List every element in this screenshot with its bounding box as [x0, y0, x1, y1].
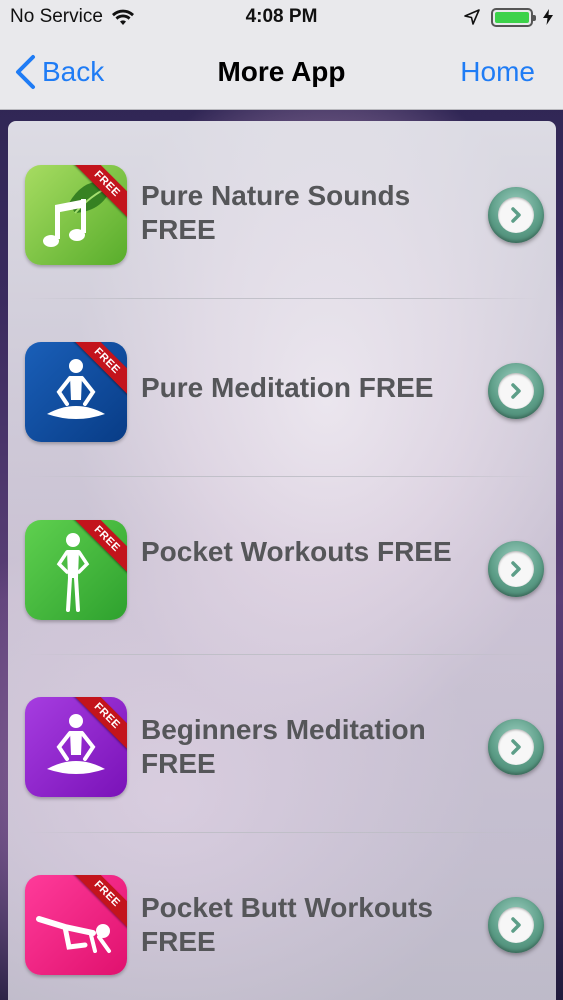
chevron-right-icon [498, 907, 534, 943]
app-name: Beginners Meditation FREE [141, 714, 426, 779]
carrier-label: No Service [10, 6, 103, 27]
wifi-icon [111, 9, 134, 25]
app-row[interactable]: FREE Pure Meditation FREE [8, 299, 556, 477]
open-app-button[interactable] [488, 897, 544, 953]
music-leaf-icon: FREE [25, 165, 127, 265]
back-button[interactable]: Back [14, 54, 104, 90]
exercise-figure-icon: FREE [25, 875, 127, 975]
chevron-left-icon [16, 54, 35, 89]
open-app-button[interactable] [488, 541, 544, 597]
back-button-label: Back [42, 55, 105, 87]
status-right [463, 7, 553, 27]
meditation-figure-icon: FREE [25, 342, 127, 442]
meditation-figure-icon: FREE [25, 697, 127, 797]
chevron-right-icon [498, 373, 534, 409]
open-app-button[interactable] [488, 363, 544, 419]
chevron-right-icon [498, 551, 534, 587]
chevron-right-icon [498, 197, 534, 233]
app-name: Pocket Workouts FREE [141, 536, 452, 567]
battery-icon [491, 7, 536, 27]
open-app-button[interactable] [488, 187, 544, 243]
status-bar: No Service 4:08 PM [0, 0, 563, 34]
app-name: Pure Meditation FREE [141, 372, 434, 403]
app-name: Pocket Butt Workouts FREE [141, 892, 433, 957]
open-app-button[interactable] [488, 719, 544, 775]
app-name: Pure Nature Sounds FREE [141, 180, 411, 245]
status-left: No Service [10, 6, 135, 28]
app-row[interactable]: FREE Beginners Meditation FREE [8, 655, 556, 833]
standing-figure-icon: FREE [25, 520, 127, 620]
app-row[interactable]: FREE Pure Nature Sounds FREE [8, 121, 556, 299]
location-arrow-icon [464, 9, 480, 25]
app-list: FREE Pure Nature Sounds FREE FREE Pure M… [8, 121, 556, 1000]
app-row[interactable]: FREE Pocket Butt Workouts FREE [8, 833, 556, 1000]
chevron-right-icon [498, 729, 534, 765]
charging-bolt-icon [543, 9, 553, 25]
navigation-bar: Back More App Home [0, 34, 563, 110]
home-button[interactable]: Home [460, 56, 549, 88]
battery-fill [495, 11, 529, 23]
app-row[interactable]: FREE Pocket Workouts FREE [8, 477, 556, 655]
